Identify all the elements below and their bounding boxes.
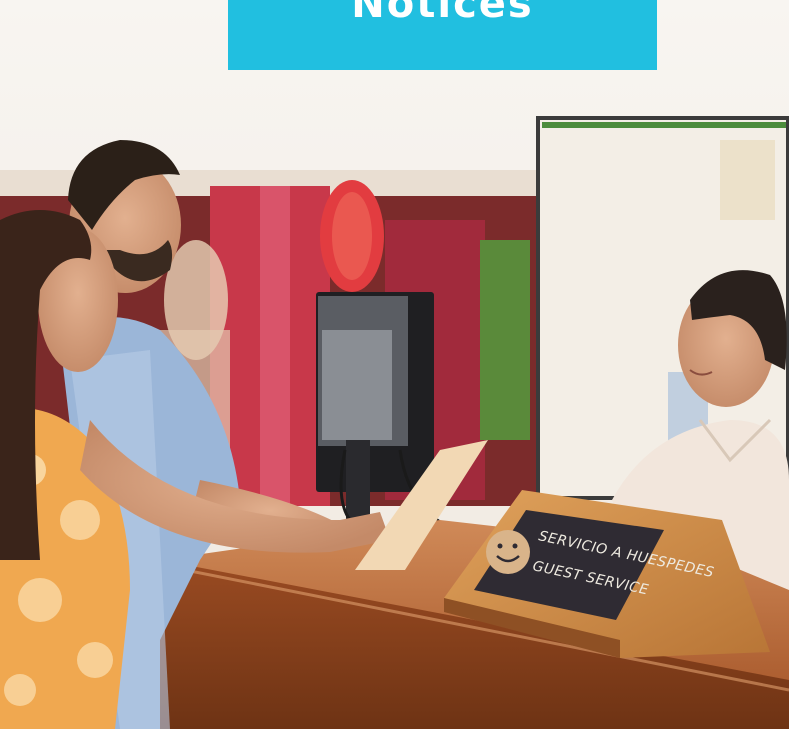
notices-banner: Notices (228, 0, 657, 70)
hotel-reception-photo: SERVICIO A HUESPEDES GUEST SERVICE (0, 0, 789, 729)
banner-title: Notices (351, 0, 534, 27)
smiley-face-icon (486, 530, 530, 574)
